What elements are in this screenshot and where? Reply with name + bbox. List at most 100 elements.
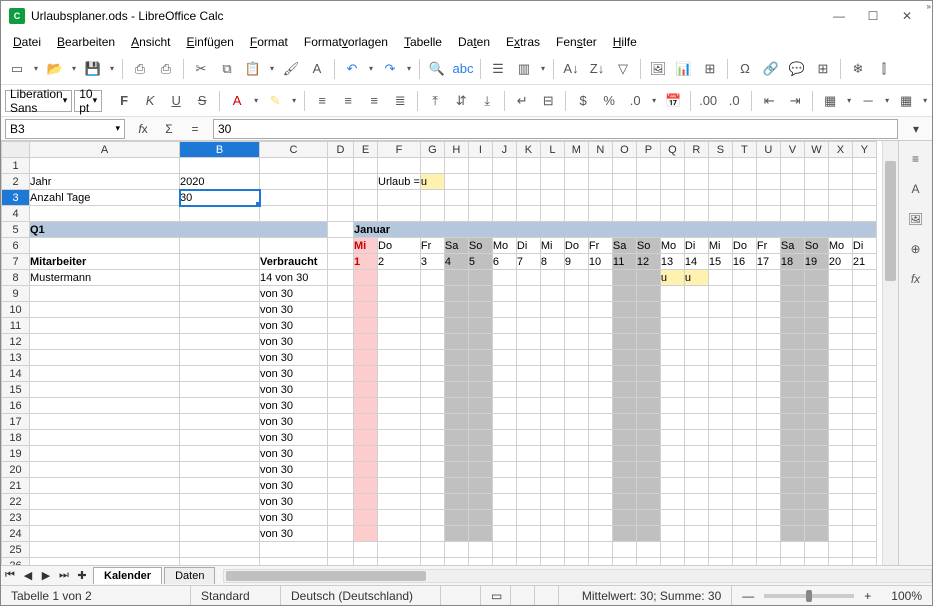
cell-T17[interactable] — [732, 414, 756, 430]
cell-A14[interactable] — [30, 366, 180, 382]
cell-O15[interactable] — [612, 382, 636, 398]
cell-I25[interactable] — [468, 542, 492, 558]
cell-D3[interactable] — [328, 190, 354, 206]
cell-O13[interactable] — [612, 350, 636, 366]
row-header-17[interactable]: 17 — [2, 414, 30, 430]
cell-X4[interactable] — [828, 206, 852, 222]
cell-X20[interactable] — [828, 462, 852, 478]
cell-K19[interactable] — [516, 446, 540, 462]
row-header-25[interactable]: 25 — [2, 542, 30, 558]
cell-R10[interactable] — [684, 302, 708, 318]
cell-X3[interactable] — [828, 190, 852, 206]
cell-H16[interactable] — [444, 398, 468, 414]
cell-X1[interactable] — [828, 158, 852, 174]
highlight-icon-dropdown[interactable]: ▾ — [289, 96, 299, 105]
cell-R24[interactable] — [684, 526, 708, 542]
copy-icon[interactable]: ⧉ — [215, 57, 239, 81]
cell-P6[interactable]: So — [636, 238, 660, 254]
cell-M15[interactable] — [564, 382, 588, 398]
number-icon[interactable]: .0 — [623, 89, 647, 113]
col-header-K[interactable]: K — [516, 142, 540, 158]
cell-F23[interactable] — [378, 510, 421, 526]
horizontal-scrollbar[interactable] — [223, 569, 932, 583]
cell-N14[interactable] — [588, 366, 612, 382]
cell-V7[interactable]: 18 — [780, 254, 804, 270]
cell-Y1[interactable] — [852, 158, 876, 174]
menu-format[interactable]: Format — [244, 33, 294, 51]
cell-K15[interactable] — [516, 382, 540, 398]
cell-B16[interactable] — [180, 398, 260, 414]
cell-U17[interactable] — [756, 414, 780, 430]
cell-F21[interactable] — [378, 478, 421, 494]
cell-I16[interactable] — [468, 398, 492, 414]
cell-Y18[interactable] — [852, 430, 876, 446]
cell-D24[interactable] — [328, 526, 354, 542]
cell-H6[interactable]: Sa — [444, 238, 468, 254]
cell-V19[interactable] — [780, 446, 804, 462]
cell-M8[interactable] — [564, 270, 588, 286]
cell-G22[interactable] — [420, 494, 444, 510]
cell-L1[interactable] — [540, 158, 564, 174]
function-wizard-icon[interactable]: fx — [131, 117, 155, 141]
cell-X11[interactable] — [828, 318, 852, 334]
status-insert-mode[interactable] — [441, 586, 481, 605]
vertical-scrollbar[interactable] — [882, 141, 898, 565]
border-color-icon-dropdown[interactable]: ▾ — [920, 96, 930, 105]
cell-T10[interactable] — [732, 302, 756, 318]
cell-V1[interactable] — [780, 158, 804, 174]
menu-bearbeiten[interactable]: Bearbeiten — [51, 33, 121, 51]
new-icon[interactable]: ▭ — [5, 57, 29, 81]
cell-S11[interactable] — [708, 318, 732, 334]
cell-L16[interactable] — [540, 398, 564, 414]
cell-A23[interactable] — [30, 510, 180, 526]
cell-J24[interactable] — [492, 526, 516, 542]
cell-W3[interactable] — [804, 190, 828, 206]
cell-C14[interactable]: von 30 — [260, 366, 328, 382]
cell-T1[interactable] — [732, 158, 756, 174]
cell-N2[interactable] — [588, 174, 612, 190]
cell-R1[interactable] — [684, 158, 708, 174]
cell-Q14[interactable] — [660, 366, 684, 382]
cell-G24[interactable] — [420, 526, 444, 542]
cell-A20[interactable] — [30, 462, 180, 478]
cell-W20[interactable] — [804, 462, 828, 478]
zoom-value[interactable]: 100% — [881, 586, 932, 605]
cell-A8[interactable]: Mustermann — [30, 270, 180, 286]
cell-O20[interactable] — [612, 462, 636, 478]
cell-J22[interactable] — [492, 494, 516, 510]
row-header-12[interactable]: 12 — [2, 334, 30, 350]
cell-T8[interactable] — [732, 270, 756, 286]
cell-F3[interactable] — [378, 190, 421, 206]
row-header-3[interactable]: 3 — [2, 190, 30, 206]
cell-W19[interactable] — [804, 446, 828, 462]
cell-Q6[interactable]: Mo — [660, 238, 684, 254]
cell-M9[interactable] — [564, 286, 588, 302]
navigator-icon[interactable]: ⊕ — [904, 237, 928, 261]
cell-K16[interactable] — [516, 398, 540, 414]
cell-Q17[interactable] — [660, 414, 684, 430]
strike-icon[interactable]: S — [190, 89, 214, 113]
cell-S24[interactable] — [708, 526, 732, 542]
cell-J20[interactable] — [492, 462, 516, 478]
headers-icon[interactable]: ⊞ — [811, 57, 835, 81]
cell-Y16[interactable] — [852, 398, 876, 414]
close-button[interactable]: ✕ — [890, 2, 924, 30]
cell-K26[interactable] — [516, 558, 540, 566]
zoom-slider[interactable] — [764, 594, 854, 598]
cell-O3[interactable] — [612, 190, 636, 206]
status-stats[interactable]: Mittelwert: 30; Summe: 30 — [559, 586, 732, 605]
cell-O9[interactable] — [612, 286, 636, 302]
cell-D2[interactable] — [328, 174, 354, 190]
cell-F15[interactable] — [378, 382, 421, 398]
cell-H26[interactable] — [444, 558, 468, 566]
cell-U11[interactable] — [756, 318, 780, 334]
cell-T11[interactable] — [732, 318, 756, 334]
cell-A6[interactable] — [30, 238, 180, 254]
cell-W11[interactable] — [804, 318, 828, 334]
row-header-24[interactable]: 24 — [2, 526, 30, 542]
cell-F24[interactable] — [378, 526, 421, 542]
cell-T6[interactable]: Do — [732, 238, 756, 254]
menu-ansicht[interactable]: Ansicht — [125, 33, 176, 51]
row-header-26[interactable]: 26 — [2, 558, 30, 566]
align-left-icon[interactable]: ≡ — [310, 89, 334, 113]
